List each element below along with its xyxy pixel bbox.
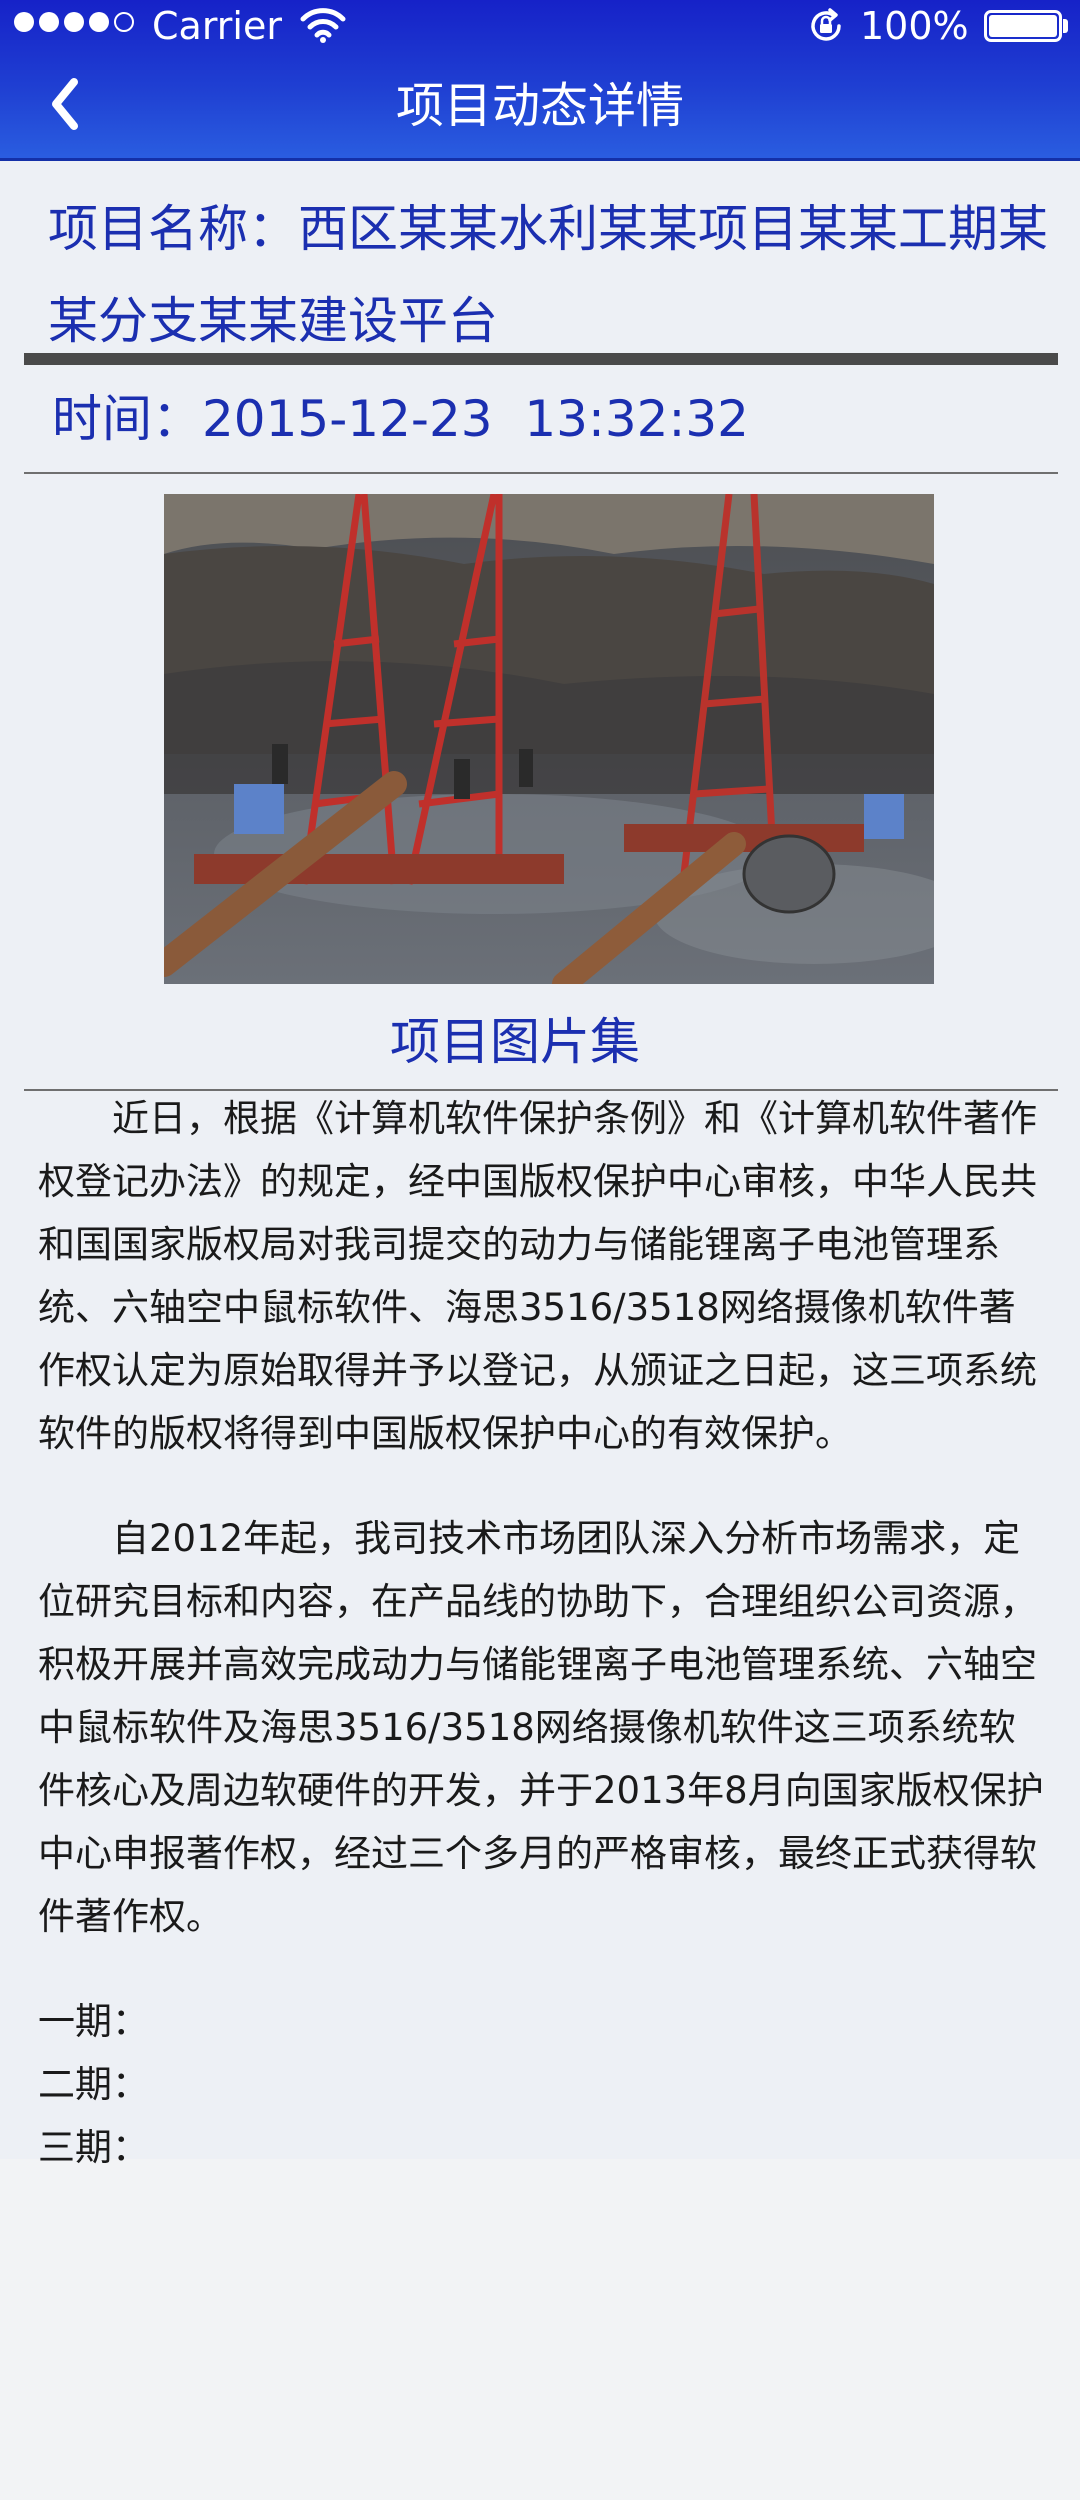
construction-site-image [164,494,934,984]
signal-dot [89,12,109,32]
battery-cap [1063,19,1068,33]
content-area: 项目名称：西区某某水利某某项目某某工期某某分支某某建设平台 时间：2015-12… [0,161,1080,2169]
time-label: 时间： [52,390,202,448]
gallery-link[interactable]: 项目图片集 [0,1004,1030,1080]
phase-item: 三期： [38,2126,149,2169]
divider [24,472,1058,474]
carrier-name: Carrier [152,4,282,48]
time-value: 13:32:32 [524,390,749,448]
top-bar: Carrier 100% 项目动态详情 [0,0,1080,161]
signal-dot [14,12,34,32]
project-time: 时间：2015-12-23 13:32:32 [52,371,749,467]
battery-level [989,15,1057,37]
signal-strength-icon [14,12,134,32]
project-name: 项目名称：西区某某水利某某项目某某工期某某分支某某建设平台 [48,200,1048,350]
phase-item: 二期： [38,2063,149,2106]
date-value: 2015-12-23 [202,390,493,448]
section-divider [24,353,1058,365]
article-body: 近日，根据《计算机软件保护条例》和《计算机软件著作权登记办法》的规定，经中国版权… [38,1087,1050,2179]
rotation-lock-icon [811,8,841,41]
signal-dot [39,12,59,32]
project-photo[interactable] [164,494,934,984]
page-title: 项目动态详情 [395,78,684,134]
wifi-icon [300,8,346,43]
signal-dot [64,12,84,32]
phase-item: 一期： [38,2000,149,2043]
battery-percentage: 100% [860,4,969,48]
status-bar: Carrier 100% [0,0,1080,52]
battery-icon [984,10,1062,42]
article-paragraph: 自2012年起，我司技术市场团队深入分析市场需求，定位研究目标和内容，在产品线的… [38,1517,1044,1938]
signal-dot [114,12,134,32]
article-paragraph: 近日，根据《计算机软件保护条例》和《计算机软件著作权登记办法》的规定，经中国版权… [38,1097,1037,1455]
